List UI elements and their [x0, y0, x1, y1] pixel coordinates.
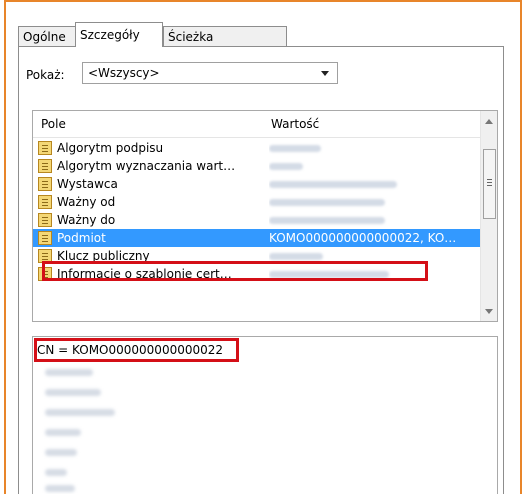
detail-line-blurred	[45, 429, 81, 436]
list-header: Pole Wartość	[33, 111, 481, 138]
column-header-field[interactable]: Pole	[41, 111, 66, 137]
row-field: Ważny od	[57, 195, 116, 209]
list-item[interactable]: Ważny od	[33, 193, 481, 211]
show-label: Pokaż:	[26, 68, 65, 82]
highlight-box-detail	[34, 338, 239, 362]
chevron-down-icon	[321, 71, 329, 76]
certificate-field-icon	[38, 177, 52, 191]
certificate-field-icon	[38, 195, 52, 209]
show-select[interactable]: <Wszyscy>	[82, 62, 338, 84]
detail-line-blurred	[45, 369, 93, 376]
highlight-box-selected-row	[42, 261, 428, 281]
row-value-blurred	[269, 175, 479, 193]
row-field: Wystawca	[57, 177, 118, 191]
row-value-blurred	[269, 211, 479, 229]
list-item-selected[interactable]: Podmiot KOMO000000000000022, KO…	[33, 229, 481, 247]
detail-line-blurred	[45, 469, 67, 476]
show-select-value: <Wszyscy>	[88, 66, 160, 80]
detail-line-blurred	[45, 389, 101, 396]
detail-line-blurred	[45, 449, 77, 456]
column-header-value[interactable]: Wartość	[271, 111, 319, 137]
scroll-down-icon[interactable]	[485, 309, 493, 314]
scroll-up-icon[interactable]	[485, 119, 493, 124]
row-value: KOMO000000000000022, KO…	[269, 229, 479, 247]
list-item[interactable]: Wystawca	[33, 175, 481, 193]
scroll-thumb[interactable]	[483, 149, 496, 219]
tab-general[interactable]: Ogólne	[18, 26, 76, 46]
row-field: Algorytm podpisu	[57, 141, 164, 155]
detail-line-blurred	[45, 409, 115, 416]
fields-list[interactable]: Pole Wartość Algorytm podpisu Algorytm w…	[32, 110, 498, 322]
row-field: Ważny do	[57, 213, 116, 227]
detail-line-blurred	[45, 485, 75, 492]
certificate-field-icon	[38, 141, 52, 155]
tab-details[interactable]: Szczegóły	[75, 22, 163, 47]
list-scrollbar[interactable]	[480, 111, 497, 321]
row-value-blurred	[269, 193, 479, 211]
certificate-field-icon	[38, 213, 52, 227]
tab-general-label: Ogólne	[23, 30, 66, 44]
list-item[interactable]: Algorytm podpisu	[33, 139, 481, 157]
row-value-blurred	[269, 139, 479, 157]
list-item[interactable]: Algorytm wyznaczania wart…	[33, 157, 481, 175]
row-value-blurred	[269, 157, 479, 175]
tab-certification-path[interactable]: Ścieżka certyfikacji	[163, 26, 287, 64]
list-item[interactable]: Ważny do	[33, 211, 481, 229]
row-field: Podmiot	[57, 231, 106, 245]
certificate-field-icon	[38, 159, 52, 173]
tab-details-label: Szczegóły	[80, 28, 140, 42]
certificate-field-icon	[38, 231, 52, 245]
row-field: Algorytm wyznaczania wart…	[57, 159, 236, 173]
